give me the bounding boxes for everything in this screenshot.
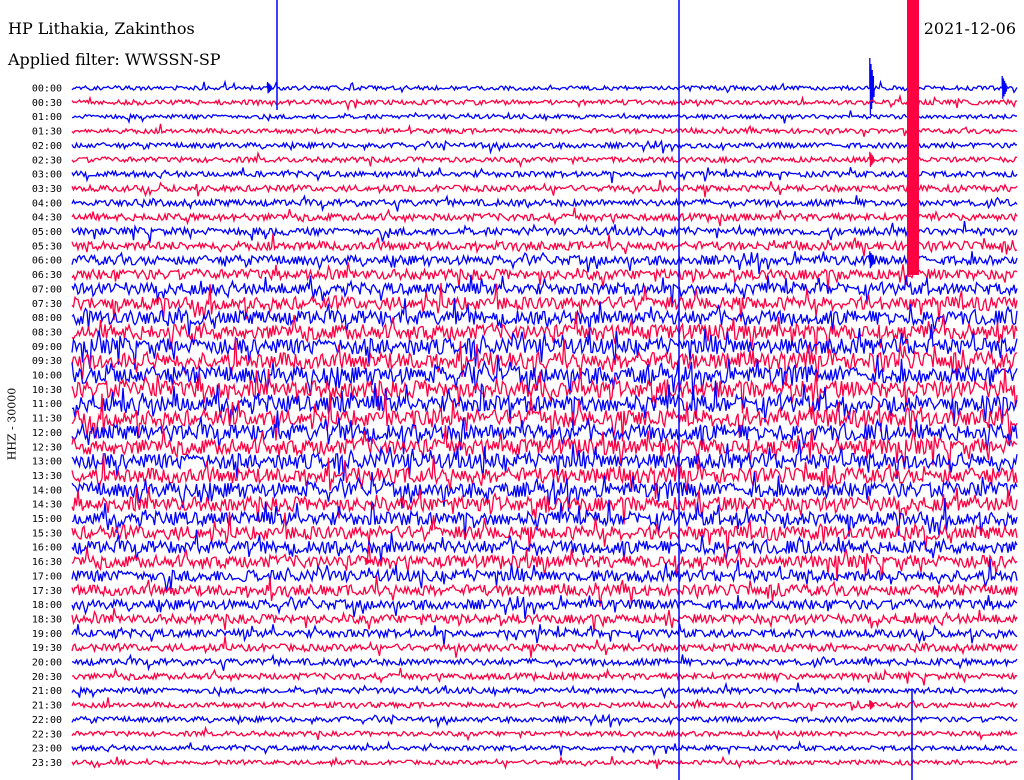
trace-line bbox=[71, 653, 1018, 672]
row-label: 00:30 bbox=[32, 98, 62, 109]
row-label: 14:30 bbox=[32, 500, 62, 511]
row-label: 21:00 bbox=[32, 686, 62, 697]
large-event-mark bbox=[907, 0, 919, 275]
helicorder-plot: 00:00 00:30 01:00 01:30 02:00 02:30 03:00 03:30… bbox=[32, 0, 1018, 780]
trace-line bbox=[71, 623, 1018, 646]
row-label: 21:30 bbox=[32, 701, 62, 712]
row-label: 07:30 bbox=[32, 299, 62, 310]
row-label: 03:30 bbox=[32, 184, 62, 195]
trace-line bbox=[71, 559, 1018, 592]
row-label: 17:00 bbox=[32, 571, 62, 582]
row-label: 16:00 bbox=[32, 543, 62, 554]
trace-line bbox=[71, 220, 1018, 243]
row-label: 06:00 bbox=[32, 256, 62, 267]
row-label: 20:30 bbox=[32, 672, 62, 683]
row-label: 11:30 bbox=[32, 414, 62, 425]
trace-line bbox=[71, 123, 1018, 137]
trace-line bbox=[71, 713, 1018, 729]
row-label: 01:30 bbox=[32, 127, 62, 138]
row-label: 22:00 bbox=[32, 715, 62, 726]
row-label: 23:00 bbox=[32, 744, 62, 755]
row-label: 14:00 bbox=[32, 485, 62, 496]
trace-line bbox=[71, 251, 1018, 275]
trace-line bbox=[71, 636, 1018, 658]
row-label: 12:00 bbox=[32, 428, 62, 439]
trace-line bbox=[71, 110, 1018, 125]
trace-group bbox=[71, 0, 1018, 780]
row-label: 13:00 bbox=[32, 457, 62, 468]
trace-line bbox=[71, 207, 1018, 227]
trace-line bbox=[71, 608, 1018, 632]
row-label: 05:30 bbox=[32, 241, 62, 252]
trace-line bbox=[71, 194, 1018, 213]
row-label: 18:30 bbox=[32, 614, 62, 625]
row-label: 13:30 bbox=[32, 471, 62, 482]
row-label: 10:30 bbox=[32, 385, 62, 396]
trace-line bbox=[71, 58, 1018, 115]
trace-line bbox=[71, 93, 1018, 112]
row-label: 15:00 bbox=[32, 514, 62, 525]
row-label: 07:00 bbox=[32, 284, 62, 295]
trace-line bbox=[71, 139, 1018, 155]
trace-line bbox=[71, 725, 1018, 742]
row-label: 06:30 bbox=[32, 270, 62, 281]
row-label: 12:30 bbox=[32, 442, 62, 453]
trace-line bbox=[71, 166, 1018, 184]
trace-line bbox=[71, 697, 1018, 712]
row-label: 04:30 bbox=[32, 213, 62, 224]
trace-line bbox=[71, 150, 1018, 169]
row-label: 08:00 bbox=[32, 313, 62, 324]
row-label: 11:00 bbox=[32, 399, 62, 410]
row-label: 17:30 bbox=[32, 586, 62, 597]
row-label: 08:30 bbox=[32, 327, 62, 338]
row-label: 05:00 bbox=[32, 227, 62, 238]
row-label: 16:30 bbox=[32, 557, 62, 568]
row-label: 19:30 bbox=[32, 643, 62, 654]
row-label: 15:30 bbox=[32, 528, 62, 539]
row-label: 10:00 bbox=[32, 371, 62, 382]
row-label: 22:30 bbox=[32, 729, 62, 740]
row-label: 09:30 bbox=[32, 356, 62, 367]
row-label: 04:00 bbox=[32, 198, 62, 209]
row-label: 03:00 bbox=[32, 170, 62, 181]
trace-line bbox=[71, 681, 1018, 700]
row-label: 01:00 bbox=[32, 112, 62, 123]
row-label: 20:00 bbox=[32, 658, 62, 669]
row-label-group: 00:00 00:30 01:00 01:30 02:00 02:30 03:00 03:30… bbox=[32, 84, 62, 769]
trace-line bbox=[71, 740, 1018, 757]
row-label: 00:00 bbox=[32, 84, 62, 95]
trace-line bbox=[71, 755, 1018, 770]
trace-line bbox=[71, 179, 1018, 198]
trace-line bbox=[71, 666, 1018, 686]
row-label: 19:00 bbox=[32, 629, 62, 640]
row-label: 02:30 bbox=[32, 155, 62, 166]
row-label: 23:30 bbox=[32, 758, 62, 769]
trace-line bbox=[71, 233, 1018, 257]
row-label: 02:00 bbox=[32, 141, 62, 152]
row-label: 09:00 bbox=[32, 342, 62, 353]
row-label: 18:00 bbox=[32, 600, 62, 611]
